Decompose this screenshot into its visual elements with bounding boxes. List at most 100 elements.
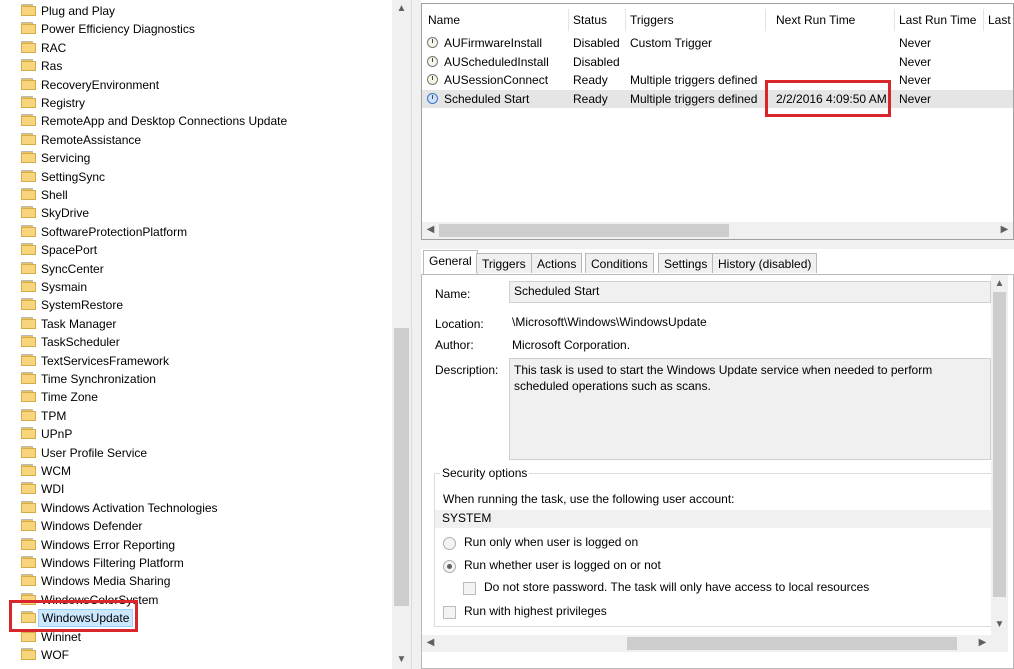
- folder-icon: [21, 648, 36, 660]
- checkbox-do-not-store-password[interactable]: [463, 582, 476, 595]
- tree-folder-label: SettingSync: [41, 169, 106, 184]
- account-prompt: When running the task, use the following…: [443, 492, 735, 506]
- column-header-status[interactable]: Status: [573, 11, 607, 29]
- task-cell-name: Scheduled Start: [444, 91, 530, 106]
- description-label: Description:: [435, 363, 499, 377]
- scrollbar-thumb[interactable]: [627, 637, 957, 650]
- tab-general[interactable]: General: [423, 250, 478, 275]
- checkbox-do-not-store-password-label[interactable]: Do not store password. The task will onl…: [484, 580, 869, 594]
- description-field[interactable]: This task is used to start the Windows U…: [509, 358, 991, 460]
- folder-icon: [21, 206, 36, 219]
- radio-run-only-logged-on[interactable]: [443, 537, 456, 550]
- general-tab-panel: Name: Scheduled Start Location: \Microso…: [421, 274, 1014, 669]
- tree-folder-label: SystemRestore: [41, 298, 124, 313]
- column-separator[interactable]: [568, 9, 569, 31]
- scroll-left-arrow-icon[interactable]: ◀: [422, 637, 439, 648]
- tree-folder-label: RecoveryEnvironment: [41, 77, 160, 92]
- radio-run-whether-logged-on[interactable]: [443, 560, 456, 573]
- tree-vertical-scrollbar[interactable]: ▲ ▼: [392, 0, 411, 669]
- folder-icon: [21, 298, 36, 311]
- folder-icon: [21, 243, 36, 256]
- tree-folder-label: Sysmain: [41, 280, 88, 294]
- tree-folder-label: Power Efficiency Diagnostics: [41, 22, 195, 37]
- column-separator[interactable]: [625, 9, 626, 31]
- tree-folder-label: Registry: [41, 96, 86, 110]
- checkbox-run-highest-privileges-label[interactable]: Run with highest privileges: [464, 604, 607, 618]
- tab-history[interactable]: History (disabled): [712, 253, 818, 273]
- task-row[interactable]: Scheduled Start Ready Multiple triggers de…: [422, 89, 1013, 108]
- column-header-last-run-time[interactable]: Last Run Time: [899, 11, 976, 29]
- scroll-right-arrow-icon[interactable]: ▶: [996, 224, 1013, 235]
- task-cell-triggers: Multiple triggers defined: [630, 91, 758, 106]
- scroll-right-arrow-icon[interactable]: ▶: [974, 637, 991, 648]
- scroll-left-arrow-icon[interactable]: ◀: [422, 224, 439, 235]
- scroll-down-arrow-icon[interactable]: ▼: [393, 654, 410, 665]
- tree-folder-label: Windows Activation Technologies: [41, 500, 218, 515]
- folder-icon: [21, 224, 36, 237]
- tab-triggers[interactable]: Triggers: [476, 253, 532, 273]
- task-cell-last: Never: [899, 91, 932, 106]
- task-list-horizontal-scrollbar[interactable]: ◀ ▶: [422, 222, 1013, 239]
- security-options-legend: Security options: [440, 466, 530, 480]
- folder-icon: [21, 169, 36, 182]
- folder-icon: [21, 4, 36, 16]
- folder-icon: [21, 40, 36, 53]
- scroll-up-arrow-icon[interactable]: ▲: [393, 3, 410, 14]
- tree-folder-label: Time Zone: [41, 390, 98, 405]
- scheduled-task-clock-icon: [427, 55, 438, 67]
- scroll-up-arrow-icon[interactable]: ▲: [991, 278, 1008, 289]
- task-cell-status: Ready: [573, 73, 608, 87]
- task-name-field[interactable]: Scheduled Start: [509, 281, 991, 303]
- task-cell-name: AUScheduledInstall: [444, 54, 549, 69]
- tab-actions[interactable]: Actions: [531, 253, 583, 273]
- task-row[interactable]: AUSessionConnect Ready Multiple triggers d…: [422, 71, 1013, 89]
- tree-folder-label: SyncCenter: [41, 261, 104, 276]
- folder-icon: [21, 114, 36, 127]
- tree-folder-label: SoftwareProtectionPlatform: [41, 224, 188, 239]
- user-account-field[interactable]: SYSTEM: [435, 510, 991, 528]
- tree-folder-label: SpacePort: [41, 243, 98, 258]
- horizontal-splitter[interactable]: [421, 240, 1014, 249]
- task-row[interactable]: AUScheduledInstall Disabled Never: [422, 53, 1013, 71]
- tree-folder-label: RemoteApp and Desktop Connections Update: [41, 114, 288, 129]
- scheduled-task-clock-icon: [427, 37, 438, 48]
- folder-icon: [21, 390, 36, 403]
- name-label: Name:: [435, 287, 471, 301]
- column-header-last-result[interactable]: Last: [988, 11, 1011, 29]
- task-cell-name: AUFirmwareInstall: [444, 36, 543, 50]
- tab-settings[interactable]: Settings: [658, 253, 714, 273]
- tree-folder-label: User Profile Service: [41, 445, 148, 460]
- properties-vertical-scrollbar[interactable]: ▲ ▼: [991, 275, 1008, 635]
- column-header-next-run-time[interactable]: Next Run Time: [776, 11, 855, 29]
- highlight-box-next-run-time: [765, 80, 891, 117]
- task-cell-status: Disabled: [573, 36, 620, 50]
- scrollbar-thumb[interactable]: [993, 292, 1006, 597]
- tab-conditions[interactable]: Conditions: [585, 253, 654, 273]
- checkbox-run-highest-privileges[interactable]: [443, 606, 456, 619]
- folder-icon: [21, 96, 36, 108]
- task-cell-last: Never: [899, 54, 932, 69]
- pane-splitter[interactable]: [411, 0, 421, 669]
- tree-folder-label: Servicing: [41, 151, 91, 166]
- folder-icon: [21, 316, 36, 329]
- task-cell-status: Ready: [573, 91, 608, 106]
- column-header-name[interactable]: Name: [428, 11, 460, 29]
- tree-folder-label: WCM: [41, 464, 71, 478]
- scroll-down-arrow-icon[interactable]: ▼: [991, 619, 1008, 630]
- tree-folder-label: Time Synchronization: [41, 372, 156, 386]
- column-separator[interactable]: [765, 9, 766, 31]
- column-header-triggers[interactable]: Triggers: [630, 11, 674, 29]
- column-separator[interactable]: [983, 9, 984, 31]
- folder-icon: [21, 59, 36, 72]
- column-separator[interactable]: [894, 9, 895, 31]
- scrollbar-thumb[interactable]: [394, 328, 409, 606]
- tree-folder-label: RAC: [41, 40, 67, 55]
- radio-run-whether-logged-on-label[interactable]: Run whether user is logged on or not: [464, 558, 661, 572]
- task-row[interactable]: AUFirmwareInstall Disabled Custom Trigger N…: [422, 34, 1013, 52]
- properties-horizontal-scrollbar[interactable]: ◀ ▶: [422, 635, 1008, 652]
- folder-icon: [21, 372, 36, 384]
- radio-run-only-logged-on-label[interactable]: Run only when user is logged on: [464, 535, 638, 549]
- task-list: Name Status Triggers Next Run Time Last …: [421, 3, 1014, 240]
- tree-folder-label: RemoteAssistance: [41, 132, 142, 147]
- scrollbar-thumb[interactable]: [439, 224, 729, 237]
